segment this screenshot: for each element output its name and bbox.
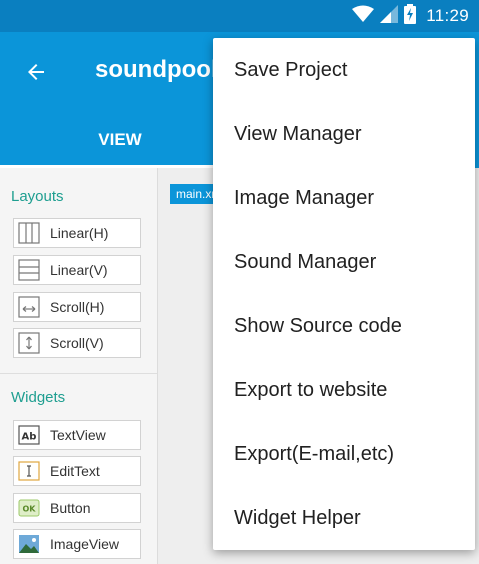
status-bar: 11:29 — [0, 0, 479, 32]
svg-text:OK: OK — [23, 505, 37, 514]
arrow-back-icon — [28, 64, 44, 80]
layouts-section-title: Layouts — [11, 188, 64, 205]
linear-v-icon — [16, 257, 42, 283]
edittext-icon — [16, 458, 42, 484]
menu-item-save-project[interactable]: Save Project — [213, 38, 475, 102]
palette-item-label: Linear(V) — [50, 262, 108, 278]
menu-item-view-manager[interactable]: View Manager — [213, 102, 475, 166]
tab-view[interactable]: VIEW — [80, 112, 160, 168]
palette-item-label: ImageView — [50, 536, 120, 552]
menu-item-sound-manager[interactable]: Sound Manager — [213, 230, 475, 294]
battery-charging-icon — [404, 3, 417, 29]
palette-item-scroll-v[interactable]: Scroll(V) — [13, 328, 141, 358]
scroll-v-icon — [16, 330, 42, 356]
palette-item-label: EditText — [50, 463, 100, 479]
imageview-icon — [16, 531, 42, 557]
linear-h-icon — [16, 220, 42, 246]
signal-icon — [380, 4, 399, 28]
menu-item-export-email[interactable]: Export(E-mail,etc) — [213, 422, 475, 486]
button-icon: OK — [16, 495, 42, 521]
palette-item-edittext[interactable]: EditText — [13, 456, 141, 486]
widgets-section-title: Widgets — [11, 389, 66, 406]
page-title: soundpool — [95, 56, 218, 83]
menu-item-image-manager[interactable]: Image Manager — [213, 166, 475, 230]
palette-item-scroll-h[interactable]: Scroll(H) — [13, 292, 141, 322]
widget-palette: Layouts Linear(H) Linear(V) Scroll(H) Sc… — [0, 168, 158, 564]
wifi-icon — [352, 5, 375, 28]
palette-item-label: Scroll(V) — [50, 335, 104, 351]
scroll-h-icon — [16, 294, 42, 320]
section-divider — [0, 373, 157, 374]
svg-text:Ab: Ab — [22, 432, 37, 443]
menu-item-export-to-website[interactable]: Export to website — [213, 358, 475, 422]
palette-item-label: Scroll(H) — [50, 299, 105, 315]
palette-item-label: Button — [50, 500, 91, 516]
textview-icon: Ab — [16, 422, 42, 448]
palette-item-linear-h[interactable]: Linear(H) — [13, 218, 141, 248]
menu-item-widget-helper[interactable]: Widget Helper — [213, 486, 475, 550]
status-icons: 11:29 — [352, 0, 469, 32]
status-time: 11:29 — [426, 6, 469, 25]
palette-item-label: TextView — [50, 427, 106, 443]
back-button[interactable] — [22, 58, 50, 86]
palette-item-linear-v[interactable]: Linear(V) — [13, 255, 141, 285]
overflow-menu: Save Project View Manager Image Manager … — [213, 38, 475, 550]
palette-item-imageview[interactable]: ImageView — [13, 529, 141, 559]
menu-item-show-source-code[interactable]: Show Source code — [213, 294, 475, 358]
palette-item-textview[interactable]: Ab TextView — [13, 420, 141, 450]
palette-item-button[interactable]: OK Button — [13, 493, 141, 523]
palette-item-label: Linear(H) — [50, 225, 109, 241]
